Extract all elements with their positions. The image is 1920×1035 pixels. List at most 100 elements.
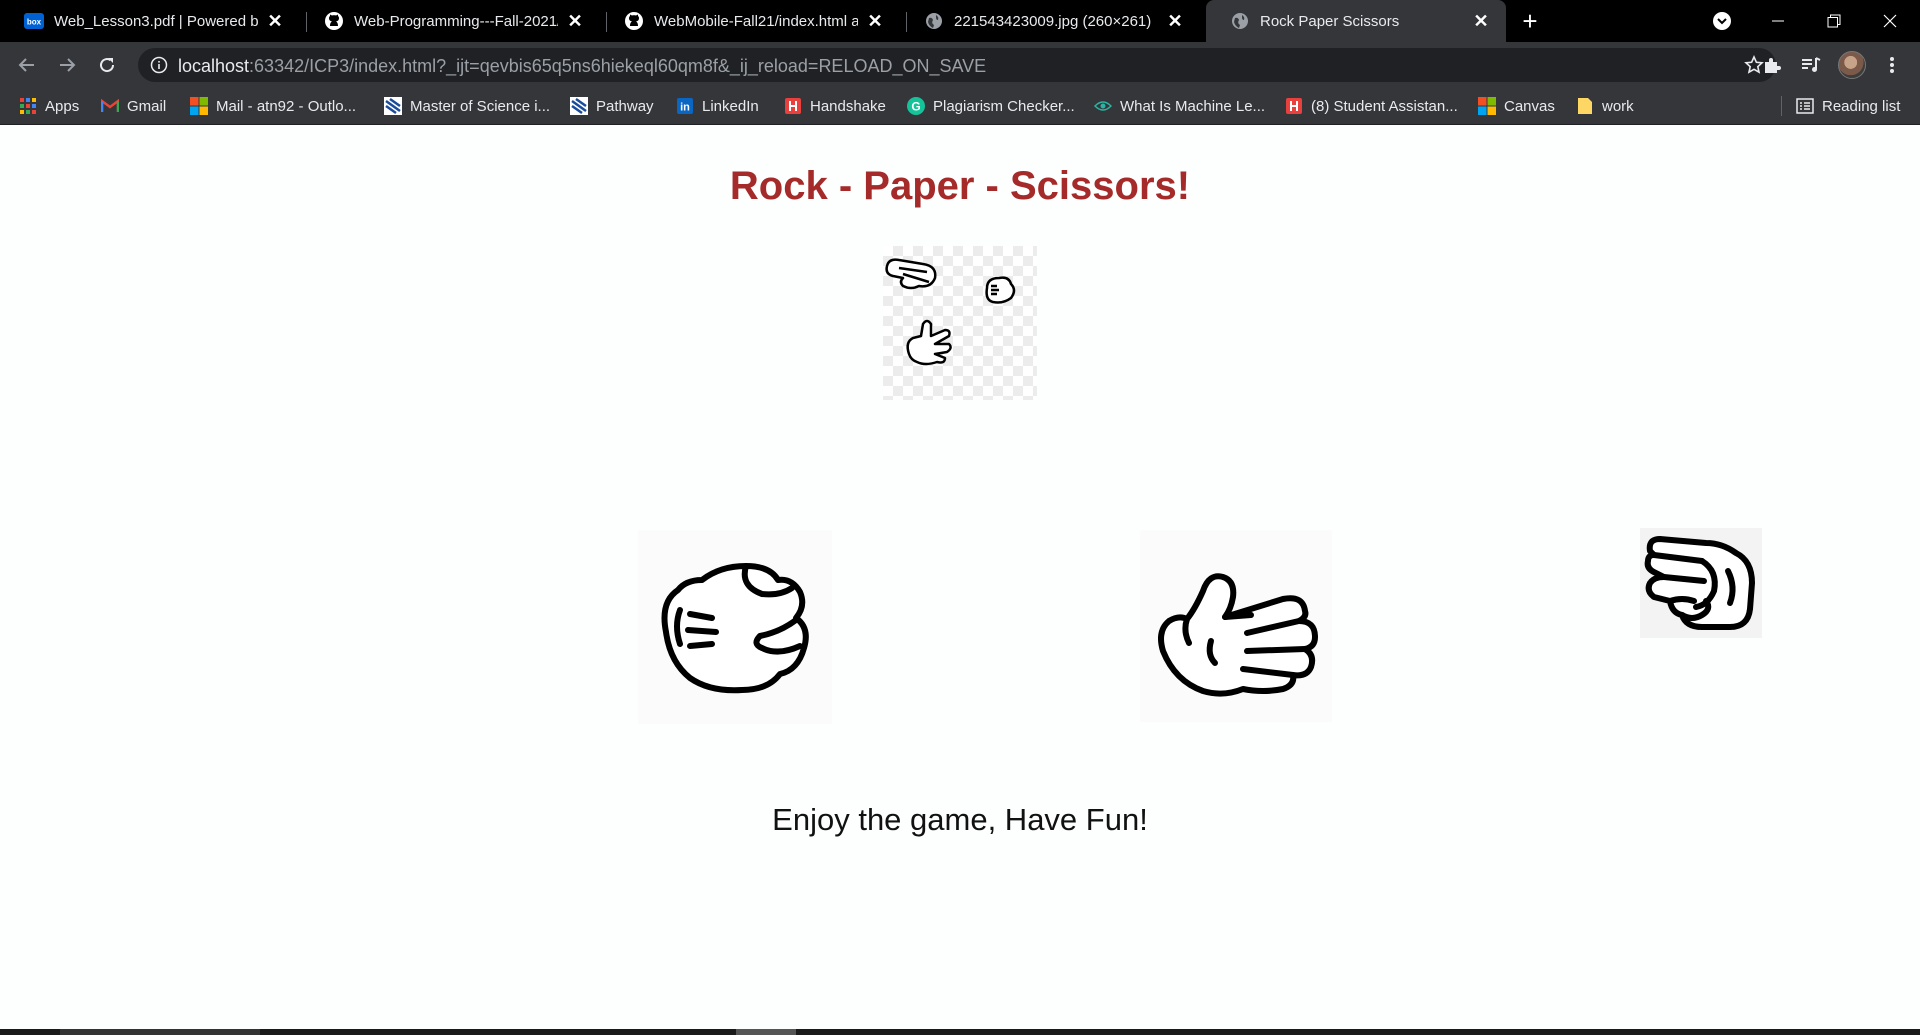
game-message: Enjoy the game, Have Fun! [772, 802, 1148, 837]
restore-button[interactable] [1806, 0, 1862, 42]
rock-fist-icon [985, 276, 1016, 304]
paper-hand-icon [906, 319, 952, 366]
taskbar-item[interactable] [60, 1029, 260, 1035]
apps-grid-icon [19, 97, 37, 115]
tab-title: Rock Paper Scissors [1260, 12, 1400, 30]
new-tab-button[interactable]: + [1516, 6, 1544, 36]
scissors-hand-icon [1644, 536, 1755, 630]
tab-title: 221543423009.jpg (260×261) [954, 12, 1152, 30]
url-host: localhost [178, 56, 250, 76]
box-icon: box [24, 11, 44, 31]
close-tab-icon[interactable]: ✕ [864, 10, 886, 32]
reading-list-icon [1796, 97, 1814, 115]
globe-icon [1230, 11, 1250, 31]
puzzle-icon [1765, 58, 1781, 73]
grammarly-icon: G [907, 97, 925, 115]
back-button[interactable] [12, 50, 42, 80]
tab-web-lesson3[interactable]: box Web_Lesson3.pdf | Powered by B ✕ [0, 0, 300, 42]
reload-icon [100, 58, 115, 73]
linkedin-icon: in [676, 97, 694, 115]
tab-rock-paper-scissors[interactable]: Rock Paper Scissors ✕ [1206, 0, 1506, 42]
tab-image-jpg[interactable]: 221543423009.jpg (260×261) ✕ [900, 0, 1200, 42]
bookmark-label: Mail - atn92 - Outlo... [216, 97, 357, 115]
tab-title: Web-Programming---Fall-2021/I [354, 12, 558, 30]
bookmark-handshake[interactable]: Handshake [784, 95, 886, 117]
rock-fist-icon [661, 563, 809, 694]
bookmark-student-assistant[interactable]: (8) Student Assistan... [1285, 95, 1458, 117]
more-vert-icon [1890, 57, 1894, 73]
paper-hand-icon [1158, 573, 1318, 697]
bookmark-master-of-science[interactable]: Master of Science i... [384, 95, 550, 117]
bookmark-pathway[interactable]: Pathway [570, 95, 654, 117]
reload-button[interactable] [92, 50, 122, 80]
bookmark-gmail[interactable]: Gmail [101, 95, 166, 117]
page-content: Rock - Paper - Scissors! Enjoy the game,… [0, 126, 1920, 1029]
bookmarks-divider [1781, 96, 1782, 116]
close-tab-icon[interactable]: ✕ [1470, 10, 1492, 32]
tab-search-button[interactable] [1694, 0, 1750, 42]
reading-list-label: Reading list [1822, 97, 1901, 115]
svg-text:box: box [27, 18, 42, 27]
close-tab-icon[interactable]: ✕ [564, 10, 586, 32]
eye-icon [1094, 97, 1112, 115]
bookmark-label: Gmail [127, 97, 167, 115]
playlist-icon [1802, 57, 1821, 72]
folder-icon [1576, 97, 1594, 115]
tab-title: WebMobile-Fall21/index.html at [654, 12, 858, 30]
github-icon [624, 11, 644, 31]
microsoft-icon [1478, 97, 1496, 115]
bookmark-label: (8) Student Assistan... [1311, 97, 1458, 115]
rock-choice-button[interactable] [638, 530, 832, 724]
close-tab-icon[interactable]: ✕ [1164, 10, 1186, 32]
info-icon[interactable] [150, 56, 168, 74]
bookmark-label: What Is Machine Le... [1120, 97, 1266, 115]
handshake-icon [1285, 97, 1303, 115]
pathway-icon [570, 97, 588, 115]
svg-text:G: G [911, 100, 920, 114]
chevron-down-icon [1713, 12, 1731, 30]
microsoft-icon [190, 97, 208, 115]
bookmark-machine-learning[interactable]: What Is Machine Le... [1094, 95, 1265, 117]
bookmark-label: Pathway [596, 97, 654, 115]
menu-button[interactable] [1880, 53, 1904, 77]
bookmark-plagiarism-checker[interactable]: G Plagiarism Checker... [907, 95, 1075, 117]
scissors-choice-button[interactable] [1640, 528, 1762, 638]
bookmark-canvas[interactable]: Canvas [1478, 95, 1555, 117]
profile-avatar[interactable] [1838, 51, 1866, 79]
tab-title: Web_Lesson3.pdf | Powered by B [54, 12, 258, 30]
tab-web-programming[interactable]: Web-Programming---Fall-2021/I ✕ [300, 0, 600, 42]
url-text[interactable]: localhost:63342/ICP3/index.html?_ijt=qev… [178, 56, 986, 77]
reading-list-button[interactable]: Reading list [1796, 95, 1900, 117]
tab-webmobile[interactable]: WebMobile-Fall21/index.html at ✕ [600, 0, 900, 42]
scissors-hand-icon [885, 258, 937, 290]
tab-strip: box Web_Lesson3.pdf | Powered by B ✕ Web… [0, 0, 1920, 42]
media-control-button[interactable] [1799, 53, 1823, 77]
handshake-icon [784, 97, 802, 115]
rps-logo-image [883, 246, 1037, 400]
arrow-right-icon [60, 58, 76, 72]
bookmark-label: Master of Science i... [410, 97, 551, 115]
bookmark-linkedin[interactable]: in LinkedIn [676, 95, 759, 117]
url-path: :63342/ICP3/index.html?_ijt=qevbis65q5ns… [249, 56, 987, 76]
bookmark-outlook[interactable]: Mail - atn92 - Outlo... [190, 95, 356, 117]
browser-toolbar: localhost:63342/ICP3/index.html?_ijt=qev… [0, 42, 1920, 87]
minimize-button[interactable] [1750, 0, 1806, 42]
gmail-icon [101, 97, 119, 115]
extensions-button[interactable] [1760, 53, 1784, 77]
forward-button[interactable] [52, 50, 82, 80]
address-bar[interactable]: localhost:63342/ICP3/index.html?_ijt=qev… [138, 48, 1776, 82]
globe-icon [924, 11, 944, 31]
taskbar-item[interactable] [736, 1029, 796, 1035]
close-icon [1883, 14, 1897, 28]
close-tab-icon[interactable]: ✕ [264, 10, 286, 32]
bookmark-label: LinkedIn [702, 97, 759, 115]
paper-choice-button[interactable] [1140, 530, 1332, 722]
bookmark-work[interactable]: work [1576, 95, 1634, 117]
page-title: Rock - Paper - Scissors! [729, 164, 1191, 208]
close-window-button[interactable] [1862, 0, 1918, 42]
bookmark-apps[interactable]: Apps [19, 95, 79, 117]
bookmark-label: work [1602, 97, 1634, 115]
bookmark-label: Apps [45, 97, 80, 115]
bookmarks-bar: Apps Gmail Mail - atn92 - Outlo... Maste… [0, 87, 1920, 125]
university-icon [384, 97, 402, 115]
